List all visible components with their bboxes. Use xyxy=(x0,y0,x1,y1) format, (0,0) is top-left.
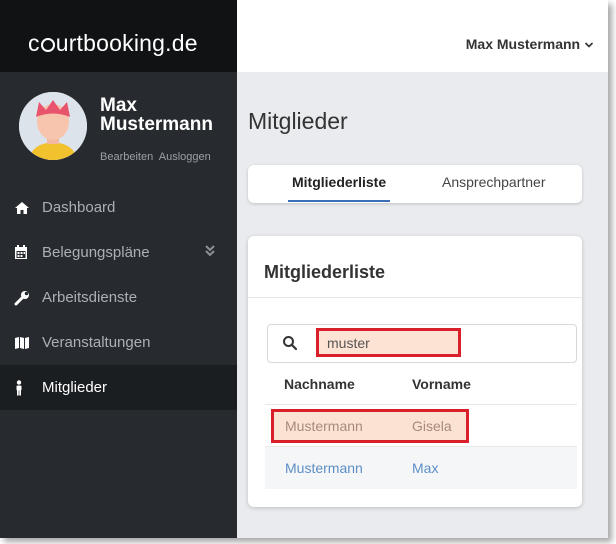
sidebar-nav: Dashboard Belegungspläne Arbeitsdienste xyxy=(0,185,237,410)
divider xyxy=(248,297,582,298)
sidebar-item-label: Arbeitsdienste xyxy=(42,289,138,306)
table-row[interactable]: Mustermann Max xyxy=(265,446,577,489)
sidebar-item-veranstaltungen[interactable]: Veranstaltungen xyxy=(0,320,237,365)
profile-links: Bearbeiten Ausloggen xyxy=(100,151,211,163)
calendar-icon xyxy=(14,245,36,260)
topbar: Max Mustermann xyxy=(237,0,608,72)
page-title: Mitglieder xyxy=(248,108,348,134)
user-menu-label: Max Mustermann xyxy=(465,36,581,52)
user-first-name: Max xyxy=(100,95,137,116)
user-last-name: Mustermann xyxy=(100,114,213,135)
user-menu[interactable]: Max Mustermann xyxy=(466,36,594,52)
search-box xyxy=(267,324,577,363)
table-header: Nachname Vorname xyxy=(284,376,471,392)
logo-text-end: urtbooking.de xyxy=(55,30,198,56)
sidebar-item-arbeitsdienste[interactable]: Arbeitsdienste xyxy=(0,275,237,320)
cell-nachname[interactable]: Mustermann xyxy=(285,460,363,476)
avatar-illustration xyxy=(19,92,87,160)
sidebar-item-dashboard[interactable]: Dashboard xyxy=(0,185,237,230)
map-icon xyxy=(14,336,36,350)
wrench-icon xyxy=(14,290,36,306)
tab-bar: Mitgliederliste Ansprechpartner xyxy=(248,165,582,203)
app-window: c urtbooking.de Max Mustermann Bearbeiten… xyxy=(0,0,608,538)
logo-text-start: c xyxy=(28,30,40,56)
column-header-vorname[interactable]: Vorname xyxy=(412,376,471,392)
home-icon xyxy=(14,201,36,215)
sidebar-item-label: Mitglieder xyxy=(42,379,108,396)
cell-vorname[interactable]: Gisela xyxy=(412,418,452,434)
logout-link[interactable]: Ausloggen xyxy=(159,151,211,163)
sidebar-item-label: Veranstaltungen xyxy=(42,334,151,351)
sidebar-item-label: Belegungspläne xyxy=(42,244,150,261)
search-input[interactable] xyxy=(319,331,458,354)
cell-nachname[interactable]: Mustermann xyxy=(285,418,363,434)
table-row[interactable]: Mustermann Gisela xyxy=(265,404,577,447)
card-title: Mitgliederliste xyxy=(264,262,386,282)
profile-panel: Max Mustermann Bearbeiten Ausloggen xyxy=(0,72,237,193)
avatar xyxy=(19,92,87,160)
logo[interactable]: c urtbooking.de xyxy=(28,30,198,57)
tennis-ball-icon xyxy=(40,38,55,52)
chevron-down-icon xyxy=(584,36,594,52)
search-icon xyxy=(282,335,298,356)
person-icon xyxy=(14,379,36,396)
sidebar-item-label: Dashboard xyxy=(42,199,116,216)
tab-mitgliederliste[interactable]: Mitgliederliste xyxy=(287,174,391,202)
search-input-highlight xyxy=(316,328,461,357)
sidebar-item-mitglieder[interactable]: Mitglieder xyxy=(0,365,237,410)
double-chevron-down-icon[interactable] xyxy=(205,244,215,261)
sidebar-item-belegungsplaene[interactable]: Belegungspläne xyxy=(0,230,237,275)
edit-profile-link[interactable]: Bearbeiten xyxy=(100,151,153,163)
members-card: Mitgliederliste Nachname Vorname Musterm… xyxy=(248,236,582,507)
sidebar: c urtbooking.de Max Mustermann Bearbeiten… xyxy=(0,0,237,538)
user-name: Max Mustermann xyxy=(100,96,235,134)
logo-bar: c urtbooking.de xyxy=(0,0,237,72)
column-header-nachname[interactable]: Nachname xyxy=(284,376,355,392)
cell-vorname[interactable]: Max xyxy=(412,460,438,476)
tab-ansprechpartner[interactable]: Ansprechpartner xyxy=(442,174,546,190)
